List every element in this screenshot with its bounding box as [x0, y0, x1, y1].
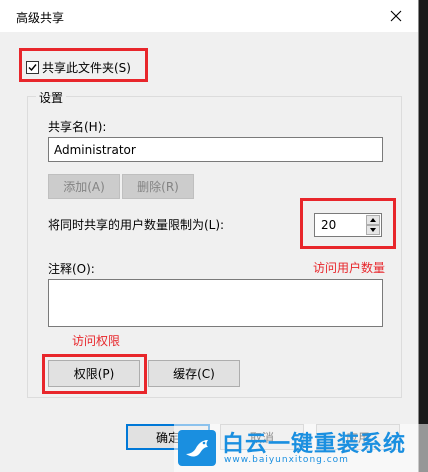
share-name-label: 共享名(H): — [48, 120, 107, 134]
caching-button[interactable]: 缓存(C) — [148, 360, 240, 387]
add-button[interactable]: 添加(A) — [48, 174, 120, 199]
comment-textarea[interactable] — [48, 279, 383, 327]
watermark: 白云一键重装系统 www.baiyunxitong.com — [174, 424, 428, 472]
watermark-title: 白云一键重装系统 — [222, 432, 407, 457]
close-button[interactable] — [374, 0, 418, 32]
settings-group-label: 设置 — [36, 89, 67, 106]
watermark-url: www.baiyunxitong.com — [224, 455, 349, 465]
permissions-annotation: 访问权限 — [72, 334, 121, 348]
window-title: 高级共享 — [16, 11, 65, 25]
user-count-annotation: 访问用户数量 — [313, 261, 386, 275]
share-name-input[interactable] — [48, 137, 383, 162]
close-icon — [390, 10, 402, 22]
comment-label: 注释(O): — [48, 262, 95, 276]
highlight-share-checkbox — [19, 48, 148, 82]
advanced-sharing-dialog: 高级共享 共享此文件夹(S) 设置 共享名(H): 添加(A) 删除(R) 将同… — [0, 0, 419, 472]
remove-button[interactable]: 删除(R) — [122, 174, 194, 199]
bird-logo-icon — [178, 430, 216, 466]
user-limit-label: 将同时共享的用户数量限制为(L): — [48, 218, 225, 232]
highlight-user-limit — [300, 198, 396, 249]
highlight-permissions-button — [42, 354, 147, 394]
title-bar: 高级共享 — [0, 0, 418, 32]
